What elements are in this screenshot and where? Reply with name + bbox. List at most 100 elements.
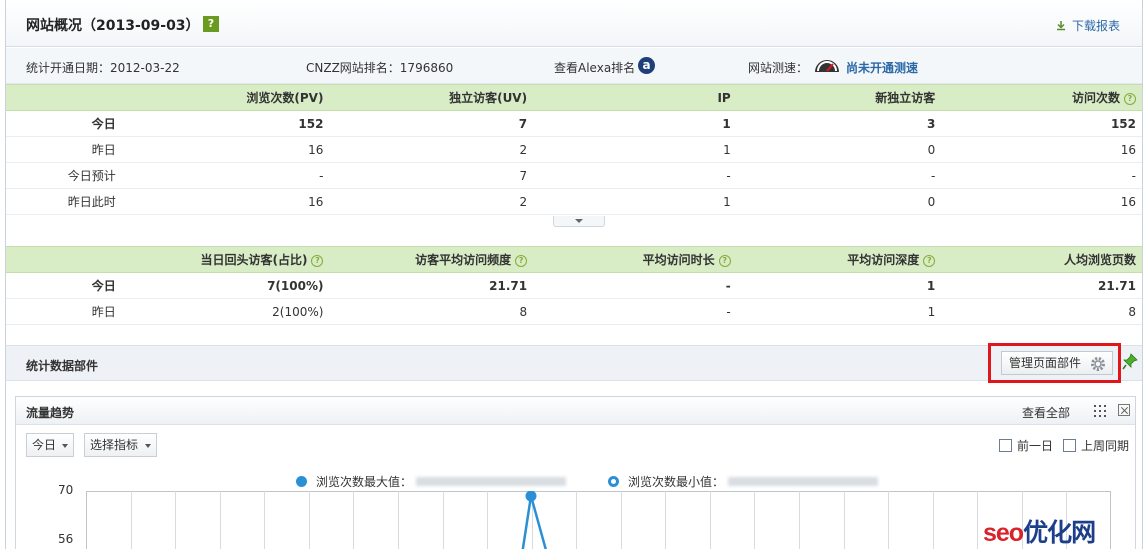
table-cell: - [533, 298, 737, 325]
collapse-toggle[interactable] [553, 216, 605, 227]
table-cell: - [941, 162, 1142, 189]
table-cell: 21.71 [941, 272, 1142, 299]
close-icon[interactable] [1118, 404, 1130, 416]
redacted-value [728, 477, 879, 486]
table-cell: 1 [533, 110, 737, 137]
table-cell: 0 [736, 136, 942, 163]
header-cell: 人均浏览页数 [941, 246, 1142, 273]
plot-area [86, 491, 1111, 549]
gear-icon [1091, 357, 1105, 371]
checkbox-label: 上周同期 [1081, 439, 1130, 453]
panel-title: 流量趋势 [26, 406, 75, 420]
table-cell: 7 [329, 110, 534, 137]
table-cell: 8 [941, 298, 1142, 325]
header-label: 访客平均访问频度 [415, 253, 512, 267]
table-cell: 16 [121, 188, 330, 215]
table-cell: 2 [329, 136, 534, 163]
table-cell: 7(100%) [121, 272, 330, 299]
highlight-box: 管理页面部件 [988, 343, 1121, 383]
table-header-row: 浏览次数(PV) 独立访客(UV) IP 新独立访客 访问次数? [6, 84, 1142, 111]
metric-value: 选择指标 [90, 438, 139, 452]
grid-view-icon[interactable] [1094, 405, 1106, 417]
range-dropdown[interactable]: 今日 [26, 433, 74, 457]
row-label: 今日 [6, 110, 122, 137]
y-tick-label: 70 [58, 483, 74, 497]
checkbox-box[interactable] [1063, 439, 1076, 452]
help-icon[interactable]: ? [1124, 93, 1136, 105]
legend-label: 浏览次数最大值： [316, 475, 413, 489]
manage-widgets-button[interactable]: 管理页面部件 [1001, 351, 1113, 375]
chevron-down-icon [62, 444, 68, 448]
header-cell: 当日回头访客(占比)? [121, 246, 330, 273]
data-point [525, 491, 537, 502]
metric-dropdown[interactable]: 选择指标 [84, 433, 157, 457]
table-row: 今日预计 - 7 - - - [6, 162, 1142, 189]
legend-ring-icon [608, 476, 619, 487]
row-label: 昨日此时 [6, 188, 122, 215]
legend-label: 浏览次数最小值： [628, 475, 725, 489]
legend-min: 浏览次数最小值： [608, 473, 879, 490]
help-icon[interactable]: ? [923, 255, 936, 267]
view-all-link[interactable]: 查看全部 [1022, 404, 1070, 421]
table-cell: - [736, 162, 942, 189]
widgets-bar: 统计数据部件 管理页面部件 [6, 343, 1142, 383]
watermark-text-b: 优化网 [1023, 519, 1096, 547]
header-cell: 平均访问深度? [736, 246, 942, 273]
row-label: 昨日 [6, 298, 122, 325]
header-cell: 浏览次数(PV) [121, 84, 330, 111]
table-row: 昨日 16 2 1 0 16 [6, 136, 1142, 163]
row-label: 今日预计 [6, 162, 122, 189]
open-date: 统计开通日期：2012-03-22 [26, 61, 180, 75]
info-bar: 统计开通日期：2012-03-22 CNZZ网站排名：1796860 查看Ale… [6, 48, 1142, 84]
help-icon[interactable]: ? [718, 255, 731, 267]
help-icon[interactable]: ? [515, 255, 528, 267]
header-label: 访问次数 [1071, 91, 1120, 105]
header-cell-visits: 访问次数? [941, 84, 1142, 111]
last-week-checkbox[interactable]: 上周同期 [1063, 437, 1129, 454]
page-title: 网站概况（2013-09-03） [26, 18, 200, 34]
y-tick-label: 56 [58, 532, 74, 546]
checkbox-box[interactable] [999, 439, 1012, 452]
header-cell: 独立访客(UV) [329, 84, 534, 111]
overview-panel: 网站概况（2013-09-03） ? 下载报表 统计开通日期：2012-03-2… [5, 0, 1143, 549]
widgets-title: 统计数据部件 [26, 359, 99, 373]
table-cell: 7 [329, 162, 534, 189]
table-cell: 1 [533, 136, 737, 163]
speed-test-link[interactable]: 尚未开通测速 [846, 59, 918, 76]
download-report-link[interactable]: 下载报表 [1056, 17, 1120, 34]
table-cell: 16 [941, 188, 1142, 215]
header-label: 当日回头访客(占比) [200, 253, 308, 267]
table-cell: 8 [329, 298, 534, 325]
legend-dot-icon [296, 476, 307, 487]
speed-label: 网站测速： [748, 61, 809, 75]
help-icon[interactable]: ? [203, 16, 219, 32]
row-label: 今日 [6, 272, 122, 299]
table-cell: 0 [736, 188, 942, 215]
table-cell: 21.71 [329, 272, 534, 299]
table-cell: 2 [329, 188, 534, 215]
download-icon [1056, 20, 1066, 31]
alexa-icon[interactable]: a [638, 57, 655, 74]
alexa-link[interactable]: 查看Alexa排名 [554, 59, 635, 76]
header-cell [6, 84, 122, 111]
help-icon[interactable]: ? [311, 255, 324, 267]
table-cell: - [121, 162, 330, 189]
pin-icon[interactable] [1122, 353, 1138, 371]
table-cell: 2(100%) [121, 298, 330, 325]
header-cell: 新独立访客 [736, 84, 942, 111]
header-label: 平均访问时长 [642, 253, 715, 267]
header-cell: 访客平均访问频度? [329, 246, 534, 273]
table-cell: 1 [736, 298, 942, 325]
redacted-value [416, 477, 567, 486]
download-label: 下载报表 [1071, 19, 1120, 33]
header-cell: 平均访问时长? [533, 246, 737, 273]
traffic-trend-panel: 流量趋势 查看全部 今日 选择指标 前一日 上周同期 浏览次数最大值： 浏览次数… [15, 396, 1136, 549]
prev-day-checkbox[interactable]: 前一日 [999, 437, 1053, 454]
checkbox-label: 前一日 [1017, 439, 1054, 453]
traffic-summary-table: 浏览次数(PV) 独立访客(UV) IP 新独立访客 访问次数? 今日 152 … [6, 84, 1142, 215]
table-row: 昨日 2(100%) 8 - 1 8 [6, 298, 1142, 325]
header-cell: IP [533, 84, 737, 111]
site-rank: CNZZ网站排名：1796860 [306, 61, 454, 75]
table-cell: 1 [533, 188, 737, 215]
table-cell: 1 [736, 272, 942, 299]
